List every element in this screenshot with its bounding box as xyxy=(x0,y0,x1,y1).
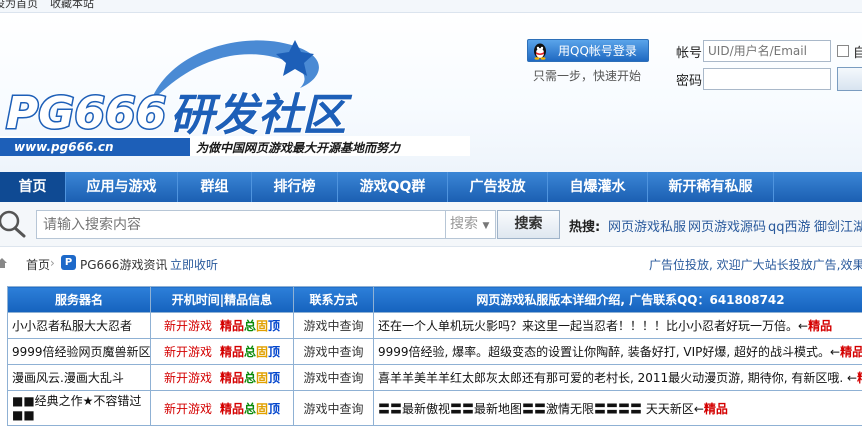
hot-search-label: 热搜: xyxy=(569,220,601,235)
main-nav: 首页 应用与游戏 群组 排行榜 游戏QQ群 广告投放 自爆灌水 新开稀有私服 xyxy=(0,172,862,202)
server-desc[interactable]: 还在一个人单机玩火影吗？来这里一起当忍者！！！！比小小忍者好玩一万倍。←精品 xyxy=(373,312,862,339)
password-input[interactable] xyxy=(703,68,831,90)
table-row[interactable]: 小小忍者私服大大忍者 新开游戏 精品总固顶 游戏中查询 还在一个人单机玩火影吗？来… xyxy=(7,312,862,339)
ad-notice[interactable]: 广告位投放, 欢迎广大站长投放广告,效果 xyxy=(649,256,862,273)
logo-url: www.pg666.cn xyxy=(14,140,114,154)
logo-slogan: 为做中国网页游戏最大开源基地而努力 xyxy=(196,141,402,155)
status-badge: 新开游戏 xyxy=(163,345,212,359)
col-header-time: 开机时间|精品信息 xyxy=(150,286,294,313)
breadcrumb-separator: › xyxy=(50,256,55,270)
server-contact: 游戏中查询 xyxy=(293,338,374,365)
breadcrumb-site[interactable]: PG666游戏资讯 xyxy=(80,256,167,273)
follow-link[interactable]: 立即收听 xyxy=(170,256,218,273)
bookmark-link[interactable]: 收藏本站 xyxy=(50,0,94,11)
server-name[interactable]: 漫画风云.漫画大乱斗 xyxy=(7,364,151,391)
site-logo[interactable]: www.pg666.cn 为做中国网页游戏最大开源基地而努力 PG666 研发社… xyxy=(0,18,470,163)
server-contact: 游戏中查询 xyxy=(293,390,374,426)
hot-search-link[interactable]: 御剑江湖 xyxy=(814,216,862,235)
server-time: 新开游戏 精品总固顶 xyxy=(150,312,294,339)
table-row[interactable]: 9999倍经验网页魔兽新区 新开游戏 精品总固顶 游戏中查询 9999倍经验, 爆… xyxy=(7,338,862,365)
set-home-link[interactable]: 设为首页 xyxy=(0,0,38,11)
login-button[interactable] xyxy=(837,67,862,91)
qq-login-label: 用QQ帐号登录 xyxy=(558,44,637,58)
auto-login-checkbox[interactable] xyxy=(837,45,849,57)
search-type-select[interactable]: 搜索 ▼ xyxy=(446,210,496,239)
server-contact: 游戏中查询 xyxy=(293,364,374,391)
search-icon xyxy=(0,210,26,238)
hot-search-link[interactable]: qq西游 xyxy=(768,216,811,235)
hot-search-link[interactable]: 网页游戏源码 xyxy=(688,216,766,235)
account-label: 帐号 xyxy=(676,46,703,61)
server-name[interactable]: 小小忍者私服大大忍者 xyxy=(7,312,151,339)
nav-item-apps-games[interactable]: 应用与游戏 xyxy=(66,172,178,202)
server-table: 服务器名 开机时间|精品信息 联系方式 网页游戏私服版本详细介绍, 广告联系QQ… xyxy=(7,286,862,426)
server-name[interactable]: ■■经典之作★不容错过■■ xyxy=(7,390,151,426)
status-badge: 新开游戏 xyxy=(163,371,212,385)
nav-item-home[interactable]: 首页 xyxy=(0,172,66,202)
breadcrumb-home[interactable]: 首页 xyxy=(26,256,50,273)
account-input[interactable] xyxy=(703,40,831,62)
col-header-desc: 网页游戏私服版本详细介绍, 广告联系QQ：641808742 xyxy=(373,286,862,313)
logo-title: 研发社区 xyxy=(170,90,353,141)
nav-item-qq-groups[interactable]: 游戏QQ群 xyxy=(338,172,448,202)
search-input[interactable] xyxy=(36,210,446,239)
password-label: 密码 xyxy=(676,74,703,89)
status-badge: 新开游戏 xyxy=(163,401,212,416)
table-row[interactable]: 漫画风云.漫画大乱斗 新开游戏 精品总固顶 游戏中查询 喜羊羊美羊羊红太郎灰太郎还… xyxy=(7,364,862,391)
auto-login-label: 自 xyxy=(853,46,862,61)
table-row[interactable]: ■■经典之作★不容错过■■ 新开游戏 精品总固顶 游戏中查询 〓〓最新傲视〓〓最新… xyxy=(7,390,862,426)
nav-item-new-servers[interactable]: 新开稀有私服 xyxy=(648,172,774,202)
nav-item-ranking[interactable]: 排行榜 xyxy=(252,172,338,202)
col-header-contact: 联系方式 xyxy=(293,286,374,313)
server-time: 新开游戏 精品总固顶 xyxy=(150,364,294,391)
qq-penguin-icon xyxy=(534,43,546,60)
server-contact: 游戏中查询 xyxy=(293,312,374,339)
server-name[interactable]: 9999倍经验网页魔兽新区 xyxy=(7,338,151,365)
server-time: 新开游戏 精品总固顶 xyxy=(150,338,294,365)
server-desc[interactable]: 9999倍经验, 爆率。超级变态的设置让你陶醉, 装备好打, VIP好爆, 超好… xyxy=(373,338,862,365)
top-bar: 设为首页 收藏本站 xyxy=(0,0,862,13)
col-header-server: 服务器名 xyxy=(7,286,151,313)
qq-login-tip: 只需一步，快速开始 xyxy=(533,69,642,83)
qq-login-button[interactable]: 用QQ帐号登录 xyxy=(527,39,649,62)
search-button[interactable]: 搜索 xyxy=(497,210,560,239)
logo-brand: PG666 xyxy=(6,88,166,139)
pg-site-icon: P xyxy=(61,255,76,270)
table-header-row: 服务器名 开机时间|精品信息 联系方式 网页游戏私服版本详细介绍, 广告联系QQ… xyxy=(7,286,862,313)
status-badge: 新开游戏 xyxy=(163,319,212,333)
home-icon xyxy=(0,258,7,268)
server-desc[interactable]: 〓〓最新傲视〓〓最新地图〓〓激情无限〓〓〓〓 天天新区←精品 xyxy=(373,390,862,426)
chevron-down-icon: ▼ xyxy=(482,221,490,231)
nav-item-groups[interactable]: 群组 xyxy=(178,172,252,202)
server-time: 新开游戏 精品总固顶 xyxy=(150,390,294,426)
hot-search-link[interactable]: 网页游戏私服 xyxy=(608,216,686,235)
nav-item-water[interactable]: 自爆灌水 xyxy=(548,172,648,202)
search-type-label: 搜索 xyxy=(450,216,478,232)
server-desc[interactable]: 喜羊羊美羊羊红太郎灰太郎还有那可爱的老村长, 2011最火动漫页游, 期待你, … xyxy=(373,364,862,391)
nav-item-ads[interactable]: 广告投放 xyxy=(448,172,548,202)
